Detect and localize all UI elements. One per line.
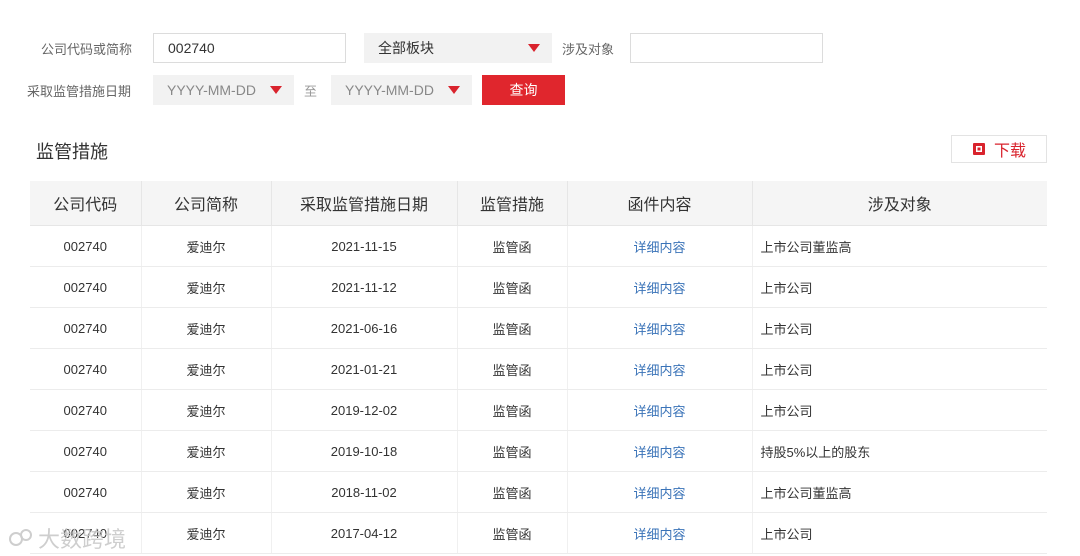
table-row: 002740 爱迪尔 2021-01-21 监管函 详细内容 上市公司 xyxy=(30,348,1047,390)
cell-code: 002740 xyxy=(30,471,142,513)
cell-date: 2019-12-02 xyxy=(271,389,458,431)
header-date: 采取监管措施日期 xyxy=(271,181,458,226)
cell-object: 上市公司 xyxy=(752,348,1047,390)
date-to-select[interactable]: YYYY-MM-DD xyxy=(331,75,472,105)
cell-object: 上市公司 xyxy=(752,307,1047,349)
cell-name: 爱迪尔 xyxy=(141,225,272,267)
cell-name: 爱迪尔 xyxy=(141,266,272,308)
cell-measure: 监管函 xyxy=(457,389,568,431)
cell-measure: 监管函 xyxy=(457,307,568,349)
detail-link[interactable]: 详细内容 xyxy=(567,266,753,308)
date-to-placeholder: YYYY-MM-DD xyxy=(345,82,434,98)
cell-object: 持股5%以上的股东 xyxy=(752,430,1047,472)
cell-code: 002740 xyxy=(30,307,142,349)
date-from-placeholder: YYYY-MM-DD xyxy=(167,82,256,98)
detail-link[interactable]: 详细内容 xyxy=(567,225,753,267)
board-select[interactable]: 全部板块 xyxy=(364,33,552,63)
cell-code: 002740 xyxy=(30,348,142,390)
cell-code: 002740 xyxy=(30,266,142,308)
company-input-value: 002740 xyxy=(168,40,215,56)
table-row: 002740 爱迪尔 2018-11-02 监管函 详细内容 上市公司董监高 xyxy=(30,471,1047,513)
cell-name: 爱迪尔 xyxy=(141,348,272,390)
header-object: 涉及对象 xyxy=(752,181,1047,226)
table-header-row: 公司代码 公司简称 采取监管措施日期 监管措施 函件内容 涉及对象 xyxy=(30,181,1047,226)
watermark: 大数跨境 xyxy=(8,522,126,554)
header-letter: 函件内容 xyxy=(567,181,753,226)
company-label: 公司代码或简称 xyxy=(41,42,133,57)
company-input[interactable]: 002740 xyxy=(153,33,346,63)
table-row: 002740 爱迪尔 2021-06-16 监管函 详细内容 上市公司 xyxy=(30,307,1047,349)
cell-date: 2018-11-02 xyxy=(271,471,458,513)
measures-table: 公司代码 公司简称 采取监管措施日期 监管措施 函件内容 涉及对象 002740… xyxy=(30,181,1047,554)
cell-name: 爱迪尔 xyxy=(141,471,272,513)
section-title: 监管措施 xyxy=(36,142,108,162)
cell-measure: 监管函 xyxy=(457,512,568,554)
cell-measure: 监管函 xyxy=(457,430,568,472)
detail-link[interactable]: 详细内容 xyxy=(567,512,753,554)
cell-object: 上市公司 xyxy=(752,266,1047,308)
cell-date: 2021-01-21 xyxy=(271,348,458,390)
cell-object: 上市公司 xyxy=(752,512,1047,554)
table-row: 002740 爱迪尔 2021-11-15 监管函 详细内容 上市公司董监高 xyxy=(30,225,1047,267)
cell-measure: 监管函 xyxy=(457,471,568,513)
file-export-icon xyxy=(972,143,985,155)
table-row: 002740 爱迪尔 2017-04-12 监管函 详细内容 上市公司 xyxy=(30,512,1047,554)
watermark-text: 大数跨境 xyxy=(38,527,127,552)
object-label: 涉及对象 xyxy=(562,42,615,57)
cell-name: 爱迪尔 xyxy=(141,430,272,472)
cell-code: 002740 xyxy=(30,225,142,267)
caret-down-icon xyxy=(270,86,282,94)
caret-down-icon xyxy=(528,44,540,52)
cell-code: 002740 xyxy=(30,430,142,472)
cell-name: 爱迪尔 xyxy=(141,512,272,554)
date-label: 采取监管措施日期 xyxy=(27,84,132,99)
header-company-name: 公司简称 xyxy=(141,181,272,226)
cell-date: 2021-11-15 xyxy=(271,225,458,267)
caret-down-icon xyxy=(448,86,460,94)
board-select-value: 全部板块 xyxy=(378,40,434,56)
download-label: 下载 xyxy=(993,143,1026,160)
logo-icon xyxy=(9,529,32,546)
cell-object: 上市公司董监高 xyxy=(752,225,1047,267)
cell-measure: 监管函 xyxy=(457,225,568,267)
date-from-select[interactable]: YYYY-MM-DD xyxy=(153,75,294,105)
download-button[interactable]: 下载 xyxy=(951,135,1047,163)
cell-measure: 监管函 xyxy=(457,348,568,390)
detail-link[interactable]: 详细内容 xyxy=(567,307,753,349)
date-separator: 至 xyxy=(304,84,318,99)
cell-code: 002740 xyxy=(30,389,142,431)
header-company-code: 公司代码 xyxy=(30,181,142,226)
cell-date: 2021-06-16 xyxy=(271,307,458,349)
table-row: 002740 爱迪尔 2019-12-02 监管函 详细内容 上市公司 xyxy=(30,389,1047,431)
cell-measure: 监管函 xyxy=(457,266,568,308)
table-row: 002740 爱迪尔 2021-11-12 监管函 详细内容 上市公司 xyxy=(30,266,1047,308)
cell-date: 2017-04-12 xyxy=(271,512,458,554)
cell-name: 爱迪尔 xyxy=(141,389,272,431)
detail-link[interactable]: 详细内容 xyxy=(567,430,753,472)
detail-link[interactable]: 详细内容 xyxy=(567,348,753,390)
cell-date: 2021-11-12 xyxy=(271,266,458,308)
cell-name: 爱迪尔 xyxy=(141,307,272,349)
table-row: 002740 爱迪尔 2019-10-18 监管函 详细内容 持股5%以上的股东 xyxy=(30,430,1047,472)
detail-link[interactable]: 详细内容 xyxy=(567,471,753,513)
cell-date: 2019-10-18 xyxy=(271,430,458,472)
search-button[interactable]: 查询 xyxy=(482,75,565,105)
object-input[interactable] xyxy=(630,33,823,63)
header-measure: 监管措施 xyxy=(457,181,568,226)
cell-object: 上市公司董监高 xyxy=(752,471,1047,513)
cell-object: 上市公司 xyxy=(752,389,1047,431)
detail-link[interactable]: 详细内容 xyxy=(567,389,753,431)
